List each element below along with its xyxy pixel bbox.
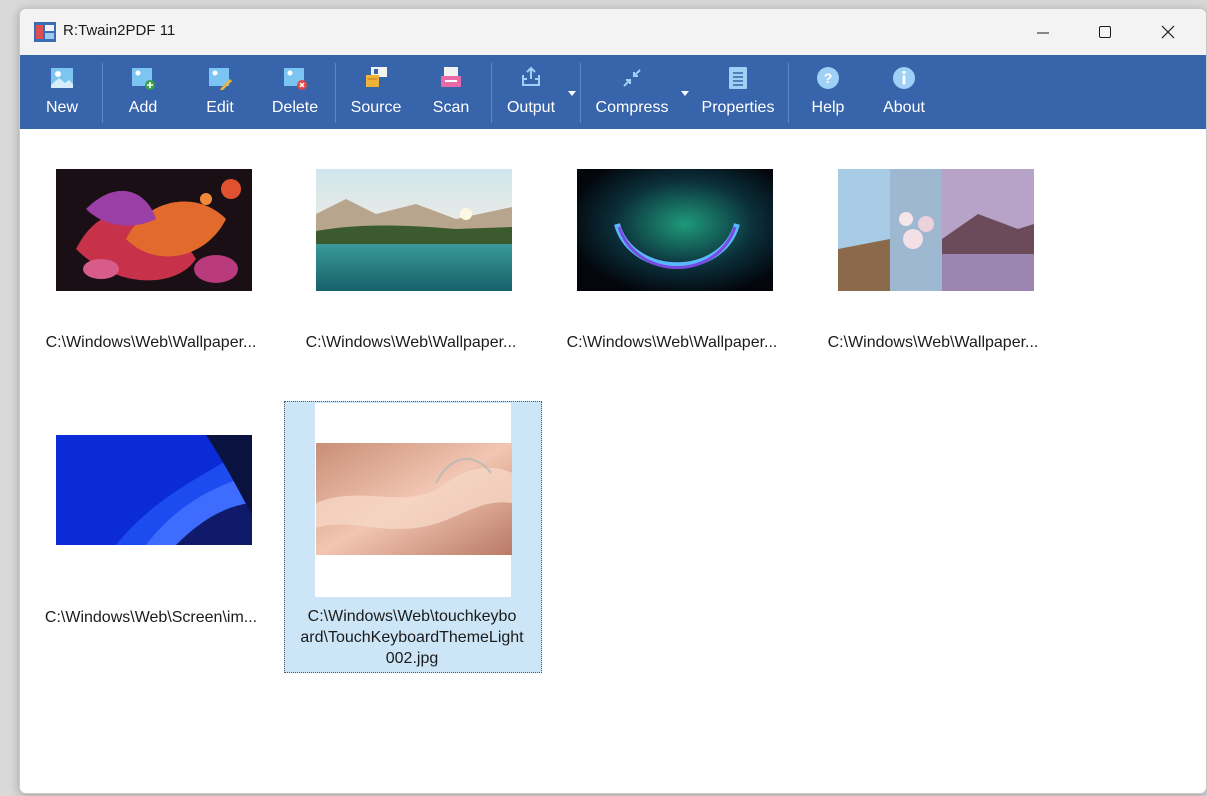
source-button[interactable]: Source: [346, 55, 406, 129]
caption-line: 002.jpg: [385, 650, 439, 667]
edit-label: Edit: [206, 99, 234, 116]
properties-list-icon: [729, 67, 747, 89]
delete-image-icon: [284, 68, 307, 90]
svg-text:?: ?: [824, 70, 833, 86]
image-tile-selected[interactable]: C:\Windows\Web\touchkeybo ard\TouchKeybo…: [284, 401, 542, 673]
image-tile[interactable]: C:\Windows\Web\Screen\im...: [22, 399, 280, 639]
edit-button[interactable]: Edit: [195, 55, 245, 129]
info-icon: [893, 67, 915, 89]
toolbar-separator: [580, 63, 581, 123]
image-caption: C:\Windows\Web\Wallpaper...: [827, 334, 1039, 351]
compress-icon: [623, 69, 641, 87]
image-tile[interactable]: C:\Windows\Web\Wallpaper...: [543, 129, 801, 369]
abstract-bloom-thumbnail: [56, 169, 252, 291]
lake-landscape-thumbnail: [316, 169, 512, 291]
add-label: Add: [128, 99, 158, 116]
image-tile[interactable]: C:\Windows\Web\Wallpaper...: [282, 129, 540, 369]
source-label: Source: [350, 99, 402, 116]
maximize-icon: [1099, 26, 1111, 38]
image-caption: C:\Windows\Web\Wallpaper...: [305, 334, 517, 351]
toolbar: New Add Edit Delete Source Scan Output C…: [20, 55, 1206, 129]
add-button[interactable]: Add: [118, 55, 168, 129]
image-caption: C:\Windows\Web\Screen\im...: [44, 609, 258, 626]
title-bar: R:Twain2PDF 11: [20, 9, 1206, 55]
blue-bloom-thumbnail: [56, 435, 252, 545]
minimize-icon: [1037, 32, 1049, 34]
output-dropdown-arrow-icon[interactable]: [568, 91, 576, 96]
image-caption: C:\Windows\Web\Wallpaper...: [45, 334, 257, 351]
caption-line: ard\TouchKeyboardThemeLight: [300, 629, 524, 646]
new-button[interactable]: New: [37, 55, 87, 129]
blossom-triptych-thumbnail: [838, 169, 1034, 291]
close-button[interactable]: [1137, 9, 1199, 55]
new-label: New: [45, 99, 78, 116]
image-tile[interactable]: C:\Windows\Web\Wallpaper...: [22, 129, 280, 369]
scan-label: Scan: [432, 99, 470, 116]
output-button[interactable]: Output: [501, 55, 561, 129]
image-tile[interactable]: C:\Windows\Web\Wallpaper...: [804, 129, 1062, 369]
image-list[interactable]: C:\Windows\Web\Wallpaper... C:\Windows\W…: [20, 129, 1206, 793]
caption-line: C:\Windows\Web\touchkeybo: [307, 608, 517, 625]
compress-label: Compress: [595, 99, 669, 116]
window-title: R:Twain2PDF 11: [63, 22, 176, 39]
glow-arc-thumbnail: [577, 169, 773, 291]
output-label: Output: [506, 99, 556, 116]
silk-fabric-thumbnail: [316, 443, 512, 555]
scan-button[interactable]: Scan: [428, 55, 474, 129]
toolbar-separator: [335, 63, 336, 123]
image-caption-selected: C:\Windows\Web\touchkeybo ard\TouchKeybo…: [286, 606, 538, 669]
edit-image-icon: [209, 68, 232, 90]
app-icon: [34, 22, 56, 42]
compress-button[interactable]: Compress: [590, 55, 674, 129]
delete-label: Delete: [271, 99, 319, 116]
about-label: About: [883, 99, 925, 116]
compress-dropdown-arrow-icon[interactable]: [681, 91, 689, 96]
source-icon: [366, 67, 387, 87]
help-label: Help: [811, 99, 845, 116]
scanner-icon: [441, 67, 461, 87]
help-icon: ?: [817, 67, 839, 89]
delete-button[interactable]: Delete: [266, 55, 324, 129]
properties-label: Properties: [701, 99, 775, 116]
help-button[interactable]: ? Help: [804, 55, 852, 129]
toolbar-separator: [102, 63, 103, 123]
toolbar-separator: [491, 63, 492, 123]
about-button[interactable]: About: [876, 55, 932, 129]
new-image-icon: [51, 68, 73, 88]
image-caption: C:\Windows\Web\Wallpaper...: [566, 334, 778, 351]
app-window: R:Twain2PDF 11 New Add Edit Delete Sourc…: [19, 8, 1207, 794]
close-icon: [1161, 25, 1175, 39]
minimize-button[interactable]: [1012, 9, 1074, 55]
toolbar-separator: [788, 63, 789, 123]
properties-button[interactable]: Properties: [696, 55, 780, 129]
output-icon: [522, 66, 540, 86]
add-image-icon: [132, 68, 155, 90]
maximize-button[interactable]: [1074, 9, 1136, 55]
